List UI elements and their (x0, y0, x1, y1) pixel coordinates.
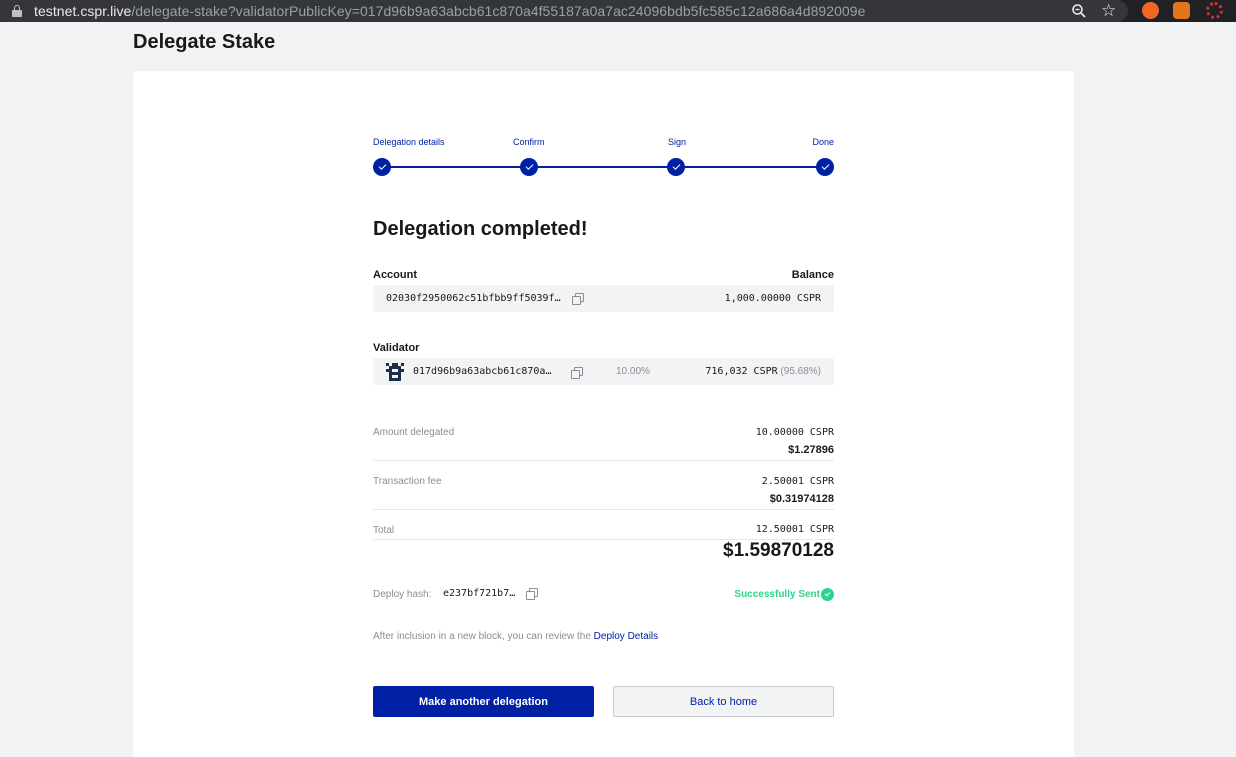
back-to-home-button[interactable]: Back to home (613, 686, 834, 717)
deploy-details-link[interactable]: Deploy Details (594, 631, 658, 642)
casper-signer-icon[interactable] (1206, 2, 1223, 19)
account-row: 02030f2950062c51bfbb9ff5039f… 1,000.0000… (373, 285, 834, 312)
divider (373, 460, 834, 461)
total-label: Total (373, 525, 395, 536)
zoom-icon[interactable] (1071, 3, 1087, 19)
check-icon (520, 158, 538, 176)
transaction-fee-cspr: 2.50001 CSPR (761, 476, 834, 487)
transaction-fee-usd: $0.31974128 (769, 493, 834, 505)
metamask-icon[interactable] (1173, 2, 1190, 19)
validator-stake-block: 716,032 CSPR (95.68%) (705, 366, 821, 377)
validator-stake: 716,032 CSPR (705, 366, 778, 377)
address-bar[interactable]: testnet.cspr.live/delegate-stake?validat… (0, 0, 1128, 22)
transaction-fee-label: Transaction fee (373, 476, 442, 487)
account-key: 02030f2950062c51bfbb9ff5039f… (386, 293, 561, 304)
lock-icon[interactable] (12, 5, 22, 17)
star-icon[interactable]: ☆ (1101, 1, 1116, 21)
status-text: Successfully Sent (734, 589, 820, 600)
amount-delegated-cspr: 10.00000 CSPR (755, 427, 834, 438)
validator-avatar-icon (386, 363, 404, 381)
delegation-card: Delegation details Confirm Sign Done Del… (133, 71, 1074, 757)
deploy-note: After inclusion in a new block, you can … (373, 631, 658, 642)
url-host: testnet.cspr.live (34, 3, 132, 19)
account-balance: 1,000.00000 CSPR (724, 293, 821, 304)
completion-heading: Delegation completed! (373, 218, 588, 240)
copy-icon[interactable] (572, 293, 584, 305)
extension-icon[interactable] (1142, 2, 1159, 19)
stepper-line (382, 166, 825, 168)
balance-label: Balance (791, 269, 834, 281)
url-text[interactable]: testnet.cspr.live/delegate-stake?validat… (34, 3, 865, 19)
make-another-delegation-button[interactable]: Make another delegation (373, 686, 594, 717)
validator-stake-percent: (95.68%) (780, 366, 821, 377)
url-path: /delegate-stake?validatorPublicKey=017d9… (131, 3, 866, 19)
success-check-icon (821, 588, 834, 601)
stepper: Delegation details Confirm Sign Done (373, 137, 834, 177)
divider (373, 509, 834, 510)
step-label-done: Done (812, 137, 834, 147)
step-label-sign: Sign (668, 137, 687, 147)
deploy-hash-label: Deploy hash: (373, 589, 432, 600)
amount-delegated-label: Amount delegated (373, 427, 455, 438)
copy-icon[interactable] (571, 367, 583, 379)
validator-row: 017d96b9a63abcb61c870a… 10.00% 716,032 C… (373, 358, 834, 385)
total-usd: $1.59870128 (723, 540, 834, 561)
check-icon (816, 158, 834, 176)
page-title: Delegate Stake (133, 31, 276, 53)
deploy-note-text: After inclusion in a new block, you can … (373, 631, 591, 642)
check-icon (667, 158, 685, 176)
validator-fee: 10.00% (616, 366, 650, 377)
deploy-hash: e237bf721b7… (443, 588, 516, 599)
total-cspr: 12.50001 CSPR (755, 524, 834, 535)
validator-key: 017d96b9a63abcb61c870a… (413, 366, 552, 377)
step-label-confirm: Confirm (513, 137, 545, 147)
validator-label: Validator (373, 342, 420, 354)
step-label-details: Delegation details (373, 137, 445, 147)
browser-toolbar: testnet.cspr.live/delegate-stake?validat… (0, 0, 1236, 22)
account-label: Account (373, 269, 417, 281)
check-icon (373, 158, 391, 176)
copy-icon[interactable] (526, 588, 538, 600)
amount-delegated-usd: $1.27896 (788, 444, 834, 456)
